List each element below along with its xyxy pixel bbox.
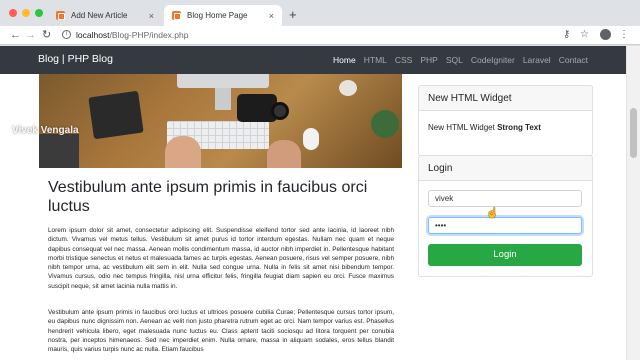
- hero-detail: [303, 128, 319, 150]
- bookmark-star-icon[interactable]: ☆: [580, 29, 589, 41]
- hero-detail: [165, 136, 201, 168]
- address-bar[interactable]: localhost/Blog-PHP/index.php: [76, 29, 188, 41]
- hero-detail: [371, 110, 399, 138]
- new-tab-button[interactable]: +: [289, 8, 297, 21]
- maximize-window-button[interactable]: [35, 9, 43, 17]
- password-input[interactable]: ••••: [428, 217, 582, 234]
- hand-cursor-icon: ☝: [486, 208, 499, 219]
- web-page: Blog | PHP Blog Home HTML CSS PHP SQL Co…: [0, 46, 640, 360]
- login-card: Login vivek •••• Login: [418, 155, 593, 277]
- reload-icon[interactable]: ↻: [42, 29, 51, 41]
- url-host: localhost: [76, 30, 110, 40]
- hero-detail: [267, 140, 301, 168]
- site-info-icon[interactable]: i: [62, 30, 71, 39]
- nav-link-sql[interactable]: SQL: [446, 55, 463, 65]
- tab-title: Blog Home Page: [187, 11, 248, 20]
- page-scrollbar[interactable]: [626, 46, 640, 360]
- username-input[interactable]: vivek: [428, 190, 582, 207]
- profile-avatar-icon[interactable]: [600, 29, 611, 40]
- tab-bar: Add New Article × Blog Home Page × +: [0, 0, 640, 26]
- url-path: /Blog-PHP/index.php: [109, 30, 189, 40]
- favicon-icon: [172, 11, 181, 20]
- hero-detail: [177, 74, 269, 88]
- html-widget-card: New HTML Widget New HTML Widget Strong T…: [418, 85, 593, 156]
- hero-detail: [215, 88, 231, 110]
- post-featured-image: [39, 74, 402, 168]
- login-title: Login: [419, 156, 592, 181]
- browser-toolbar: ← → ↻ i localhost/Blog-PHP/index.php ⚷ ☆…: [0, 26, 640, 45]
- hero-detail: [88, 90, 144, 140]
- favicon-icon: [56, 11, 65, 20]
- close-window-button[interactable]: [9, 9, 17, 17]
- widget-title: New HTML Widget: [419, 86, 592, 111]
- widget-strong-text: Strong Text: [497, 123, 541, 132]
- site-brand[interactable]: Blog | PHP Blog: [38, 53, 113, 65]
- site-navbar: Blog | PHP Blog Home HTML CSS PHP SQL Co…: [0, 46, 626, 74]
- widget-text: New HTML Widget: [428, 123, 495, 132]
- nav-link-html[interactable]: HTML: [364, 55, 387, 65]
- nav-link-laravel[interactable]: Laravel: [523, 55, 551, 65]
- post-title[interactable]: Vestibulum ante ipsum primis in faucibus…: [48, 178, 388, 216]
- minimize-window-button[interactable]: [22, 9, 30, 17]
- watermark-text: Vivek Vengala: [12, 125, 79, 136]
- forward-icon[interactable]: →: [25, 29, 36, 41]
- widget-body: New HTML Widget Strong Text: [419, 111, 592, 144]
- post-paragraph: Vestibulum ante ipsum primis in faucibus…: [48, 309, 394, 354]
- hero-detail: [271, 102, 289, 120]
- post-paragraph: Lorem ipsum dolor sit amet, consectetur …: [48, 227, 394, 290]
- tab-close-icon[interactable]: ×: [269, 11, 274, 21]
- tab-title: Add New Article: [71, 11, 128, 20]
- nav-link-css[interactable]: CSS: [395, 55, 412, 65]
- scrollbar-thumb[interactable]: [630, 108, 637, 158]
- nav-link-contact[interactable]: Contact: [559, 55, 588, 65]
- window-controls: [9, 9, 43, 17]
- nav-link-codeigniter[interactable]: CodeIgniter: [471, 55, 515, 65]
- browser-menu-icon[interactable]: ⋮: [619, 29, 629, 41]
- hero-detail: [339, 80, 357, 96]
- tab-close-icon[interactable]: ×: [149, 11, 154, 21]
- nav-link-home[interactable]: Home: [333, 55, 356, 65]
- nav-link-php[interactable]: PHP: [420, 55, 437, 65]
- tab-blog-home-page[interactable]: Blog Home Page ×: [164, 5, 282, 26]
- hero-detail: [39, 134, 79, 168]
- tab-add-new-article[interactable]: Add New Article ×: [48, 5, 162, 26]
- back-icon[interactable]: ←: [10, 29, 21, 41]
- key-icon[interactable]: ⚷: [563, 29, 570, 41]
- browser-window: Add New Article × Blog Home Page × + ← →…: [0, 0, 640, 360]
- login-button[interactable]: Login: [428, 244, 582, 266]
- site-nav-links: Home HTML CSS PHP SQL CodeIgniter Larave…: [333, 55, 588, 65]
